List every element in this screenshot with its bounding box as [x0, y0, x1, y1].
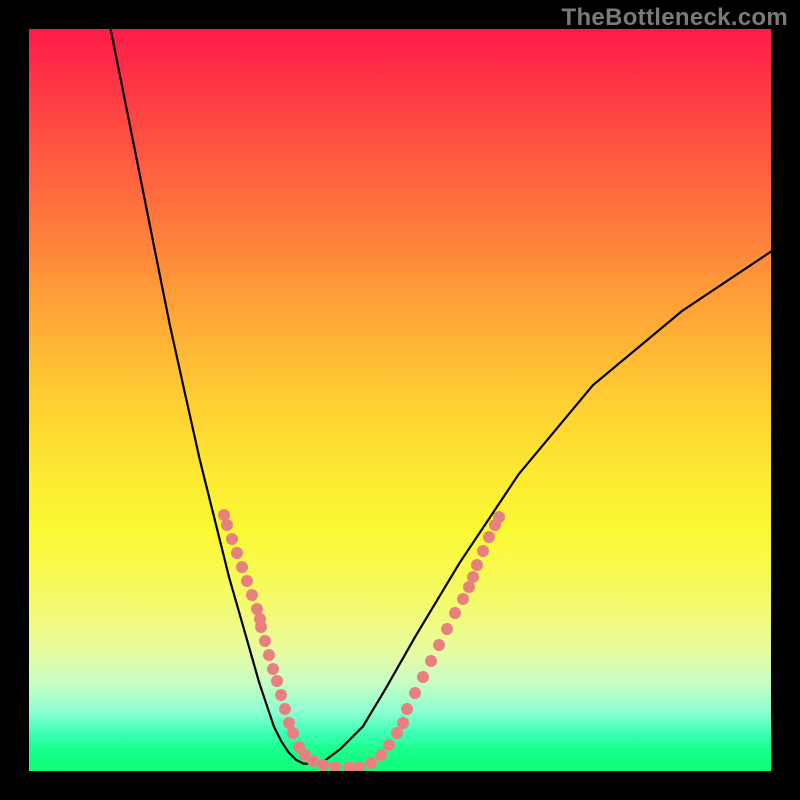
marker-dot	[401, 703, 413, 715]
marker-dot	[275, 689, 287, 701]
marker-dot	[365, 757, 377, 769]
bottleneck-curve	[111, 29, 771, 764]
marker-dot	[417, 671, 429, 683]
markers-group	[218, 509, 505, 771]
curve-group	[111, 29, 771, 764]
marker-dot	[409, 687, 421, 699]
marker-dot	[317, 759, 329, 771]
marker-dot	[375, 749, 387, 761]
marker-dot	[255, 621, 267, 633]
marker-dot	[457, 593, 469, 605]
marker-dot	[267, 663, 279, 675]
marker-dot	[263, 649, 275, 661]
marker-dot	[493, 511, 505, 523]
marker-dot	[226, 533, 238, 545]
marker-dot	[477, 545, 489, 557]
marker-dot	[483, 531, 495, 543]
marker-dot	[271, 675, 283, 687]
chart-plot-area	[29, 29, 771, 771]
marker-dot	[441, 623, 453, 635]
marker-dot	[471, 559, 483, 571]
marker-dot	[231, 547, 243, 559]
marker-dot	[391, 727, 403, 739]
marker-dot	[236, 561, 248, 573]
marker-dot	[425, 655, 437, 667]
watermark-text: TheBottleneck.com	[562, 4, 788, 32]
marker-dot	[279, 703, 291, 715]
marker-dot	[221, 519, 233, 531]
marker-dot	[259, 635, 271, 647]
marker-dot	[353, 761, 365, 771]
marker-dot	[433, 639, 445, 651]
chart-svg	[29, 29, 771, 771]
chart-frame: TheBottleneck.com	[0, 0, 800, 800]
marker-dot	[449, 607, 461, 619]
marker-dot	[467, 571, 479, 583]
marker-dot	[246, 589, 258, 601]
marker-dot	[397, 717, 409, 729]
marker-dot	[287, 727, 299, 739]
marker-dot	[383, 739, 395, 751]
marker-dot	[241, 575, 253, 587]
marker-dot	[329, 761, 341, 771]
